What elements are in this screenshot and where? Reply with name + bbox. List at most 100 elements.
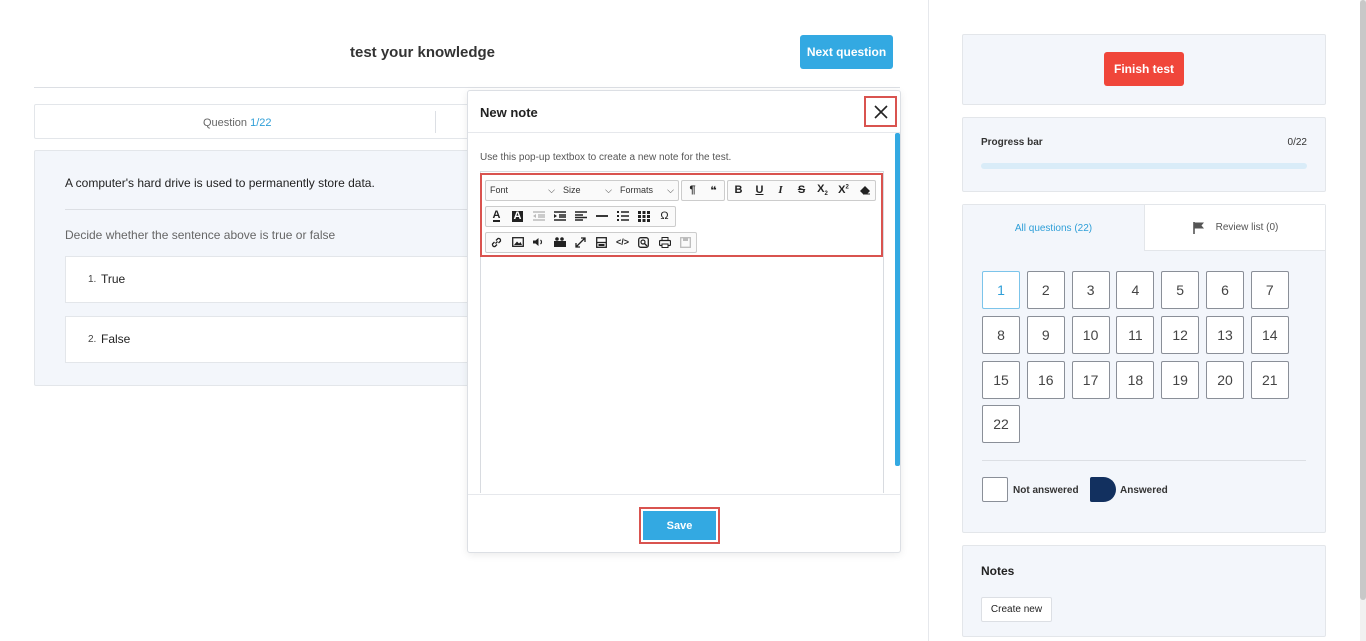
question-number-1[interactable]: 1 [982, 271, 1020, 309]
italic-icon[interactable]: I [770, 181, 791, 200]
question-counter: Question 1/22 [203, 117, 272, 129]
questions-card: All questions (22) Review list (0) 12345… [962, 204, 1326, 533]
new-note-modal: New note Use this pop-up textbox to crea… [467, 90, 901, 553]
question-number-13[interactable]: 13 [1206, 315, 1244, 354]
modal-scrollbar[interactable] [895, 133, 900, 466]
option-number: 1. [88, 274, 97, 285]
toolbar-row-2: A A Ω [485, 205, 678, 227]
answered-label: Answered [1120, 485, 1168, 496]
code-icon[interactable]: </> [612, 233, 633, 252]
finish-test-button[interactable]: Finish test [1104, 52, 1184, 86]
formats-select-label: Formats [620, 185, 654, 195]
outdent-icon[interactable] [528, 207, 549, 226]
modal-help-text: Use this pop-up textbox to create a new … [480, 152, 732, 163]
question-number-11[interactable]: 11 [1116, 315, 1155, 354]
toolbar-group-inline: B U I S X2 X2 [727, 179, 876, 201]
save-note-button[interactable]: Save [643, 511, 716, 540]
page-title: test your knowledge [350, 44, 496, 61]
question-number-20[interactable]: 20 [1206, 360, 1244, 399]
next-question-button[interactable]: Next question [800, 35, 893, 69]
save-button-highlight: Save [639, 507, 720, 544]
not-answered-swatch [982, 477, 1008, 502]
superscript-icon[interactable]: X2 [833, 181, 854, 200]
question-number-18[interactable]: 18 [1116, 360, 1155, 399]
background-color-icon[interactable]: A [507, 207, 528, 226]
question-number-9[interactable]: 9 [1026, 315, 1065, 354]
question-number-6[interactable]: 6 [1206, 271, 1244, 309]
save-draft-icon[interactable] [675, 233, 696, 252]
notes-title: Notes [981, 564, 1015, 578]
answered-swatch [1090, 477, 1116, 502]
question-text: A computer's hard drive is used to perma… [65, 176, 375, 190]
toolbar-group-color: A A Ω [485, 205, 676, 227]
bold-icon[interactable]: B [728, 181, 749, 200]
underline-icon[interactable]: U [749, 181, 770, 200]
page-scrollbar-track[interactable] [1360, 0, 1366, 641]
close-icon [873, 104, 888, 119]
strikethrough-icon[interactable]: S [791, 181, 812, 200]
video-icon[interactable] [549, 233, 570, 252]
question-number-3[interactable]: 3 [1071, 271, 1110, 309]
tab-all-questions[interactable]: All questions (22) [963, 205, 1144, 251]
horizontal-rule-icon[interactable] [591, 207, 612, 226]
option-label: True [101, 272, 126, 286]
question-counter-value: 1/22 [250, 117, 272, 129]
create-note-button[interactable]: Create new [981, 597, 1052, 622]
question-number-5[interactable]: 5 [1161, 271, 1200, 309]
modal-footer-divider [468, 494, 900, 495]
question-number-21[interactable]: 21 [1250, 360, 1289, 399]
question-number-12[interactable]: 12 [1161, 315, 1200, 354]
tab-review-list[interactable]: Review list (0) [1144, 205, 1325, 251]
question-instruction: Decide whether the sentence above is tru… [65, 228, 336, 242]
question-number-17[interactable]: 17 [1071, 360, 1110, 399]
text-color-icon[interactable]: A [486, 207, 507, 226]
option-label: False [101, 332, 131, 346]
image-icon[interactable] [507, 233, 528, 252]
review-list-label: Review list (0) [1215, 222, 1279, 233]
link-icon[interactable] [486, 233, 507, 252]
question-number-14[interactable]: 14 [1250, 315, 1289, 354]
chevron-down-icon: ⌵ [667, 184, 674, 195]
table-icon[interactable] [633, 207, 654, 226]
font-select[interactable]: Font ⌵ [486, 181, 559, 200]
size-select[interactable]: Size ⌵ [559, 181, 616, 200]
numbered-list-icon[interactable] [612, 207, 633, 226]
question-number-10[interactable]: 10 [1071, 315, 1110, 354]
legend-divider [982, 460, 1306, 461]
question-number-22[interactable]: 22 [982, 405, 1020, 444]
notes-card: Notes Create new [962, 545, 1326, 637]
preview-icon[interactable] [633, 233, 654, 252]
special-character-icon[interactable]: Ω [654, 207, 675, 226]
paragraph-icon[interactable]: ¶ [682, 181, 703, 200]
finish-card: Finish test [962, 34, 1326, 105]
title-divider [34, 87, 900, 88]
not-answered-label: Not answered [1013, 485, 1079, 496]
question-number-2[interactable]: 2 [1026, 271, 1065, 309]
formats-select[interactable]: Formats ⌵ [616, 181, 678, 200]
template-icon[interactable] [591, 233, 612, 252]
align-left-icon[interactable] [570, 207, 591, 226]
close-modal-button[interactable] [864, 96, 897, 127]
subscript-icon[interactable]: X2 [812, 181, 833, 200]
question-number-7[interactable]: 7 [1250, 271, 1289, 309]
question-number-19[interactable]: 19 [1161, 360, 1200, 399]
fullscreen-icon[interactable] [570, 233, 591, 252]
question-number-8[interactable]: 8 [982, 315, 1020, 354]
toolbar-selects: Font ⌵ Size ⌵ Formats ⌵ [485, 179, 679, 201]
print-icon[interactable] [654, 233, 675, 252]
progress-count: 0/22 [1287, 137, 1307, 148]
question-nav-separator [435, 111, 436, 133]
main-content: test your knowledge Next question Questi… [0, 0, 928, 641]
question-number-4[interactable]: 4 [1116, 271, 1155, 309]
toolbar-group-block: ¶ ❝ [681, 179, 725, 201]
toolbar-row-3: </> [485, 231, 699, 253]
eraser-icon[interactable] [854, 181, 875, 200]
question-number-15[interactable]: 15 [982, 360, 1020, 399]
question-number-16[interactable]: 16 [1026, 360, 1065, 399]
audio-icon[interactable] [528, 233, 549, 252]
indent-icon[interactable] [549, 207, 570, 226]
blockquote-icon[interactable]: ❝ [703, 181, 724, 200]
toolbar-group-insert: </> [485, 231, 697, 253]
progress-track [981, 163, 1307, 169]
page-scrollbar-thumb[interactable] [1360, 0, 1366, 600]
